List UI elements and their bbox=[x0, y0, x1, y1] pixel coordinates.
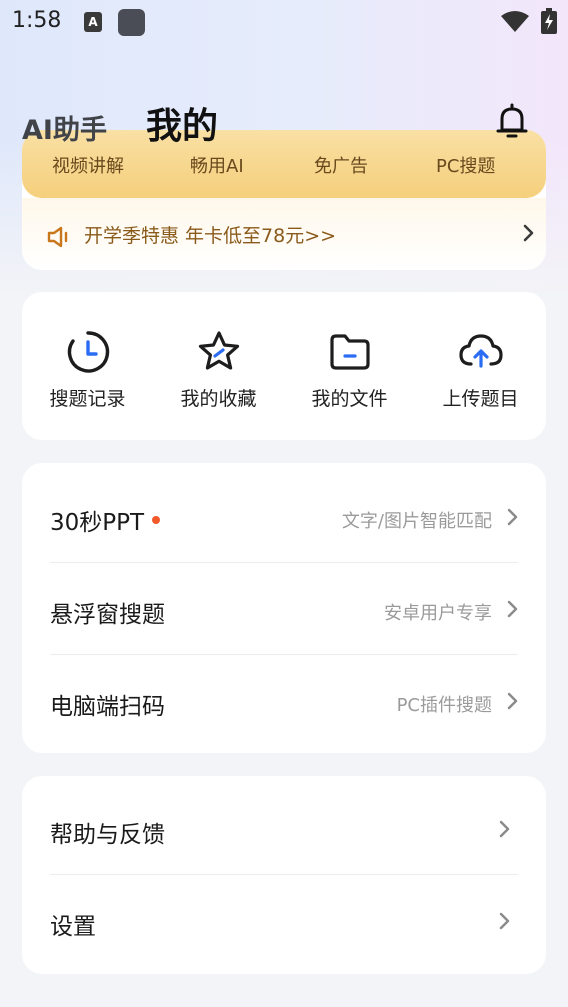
new-dot bbox=[152, 516, 161, 524]
list-item-floating-search[interactable]: 悬浮窗搜题 安卓用户专享 bbox=[22, 563, 546, 655]
wifi-icon bbox=[501, 11, 529, 32]
shortcut-search-history[interactable]: 搜题记录 bbox=[22, 292, 153, 440]
row-title: 电脑端扫码 bbox=[50, 694, 165, 720]
clock-icon bbox=[67, 331, 110, 373]
shortcut-my-files[interactable]: 我的文件 bbox=[284, 292, 415, 440]
offer-row[interactable]: 开学季特惠 年卡低至78元>> bbox=[22, 198, 546, 270]
page-header: AI助手 我的 bbox=[0, 90, 568, 160]
chevron-right-icon bbox=[507, 600, 518, 618]
chevron-right-icon bbox=[507, 508, 518, 526]
list-item-settings[interactable]: 设置 bbox=[22, 875, 546, 967]
tools-list: 30秒PPT 文字/图片智能匹配 悬浮窗搜题 安卓用户专享 电脑端扫码 PC插件… bbox=[22, 463, 546, 753]
list-item-help-feedback[interactable]: 帮助与反馈 bbox=[22, 783, 546, 875]
status-time: 1:58 bbox=[12, 8, 62, 33]
row-title: 30秒PPT bbox=[50, 503, 161, 537]
cloud-upload-icon bbox=[459, 334, 503, 368]
offer-text: 开学季特惠 年卡低至78元>> bbox=[84, 225, 337, 247]
row-subtitle: 文字/图片智能匹配 bbox=[341, 511, 492, 532]
tab-mine[interactable]: 我的 bbox=[146, 97, 218, 149]
status-bar: 1:58 A bbox=[0, 0, 568, 44]
star-icon bbox=[198, 331, 240, 370]
shortcut-favorites[interactable]: 我的收藏 bbox=[153, 292, 284, 440]
row-title: 帮助与反馈 bbox=[50, 822, 165, 848]
notification-app-icon bbox=[118, 9, 145, 36]
row-title: 悬浮窗搜题 bbox=[50, 602, 165, 628]
speaker-icon bbox=[47, 226, 68, 248]
row-title: 设置 bbox=[50, 914, 96, 940]
chevron-right-icon bbox=[523, 224, 534, 242]
row-subtitle: PC插件搜题 bbox=[396, 695, 492, 716]
shortcut-label: 搜题记录 bbox=[49, 388, 126, 410]
settings-list: 帮助与反馈 设置 bbox=[22, 776, 546, 974]
chevron-right-icon bbox=[499, 820, 510, 838]
bell-icon[interactable] bbox=[490, 100, 534, 144]
chevron-right-icon bbox=[507, 692, 518, 710]
shortcut-label: 我的文件 bbox=[311, 388, 388, 410]
shortcut-label: 上传题目 bbox=[442, 388, 519, 410]
list-item-pc-scan[interactable]: 电脑端扫码 PC插件搜题 bbox=[22, 655, 546, 747]
shortcut-label: 我的收藏 bbox=[180, 388, 257, 410]
shortcut-grid: 搜题记录 我的收藏 我的文件 上传题目 bbox=[22, 292, 546, 440]
row-subtitle: 安卓用户专享 bbox=[384, 603, 492, 624]
list-item-30s-ppt[interactable]: 30秒PPT 文字/图片智能匹配 bbox=[22, 471, 546, 563]
tab-ai-assistant[interactable]: AI助手 bbox=[22, 108, 107, 147]
notification-a-icon: A bbox=[84, 12, 102, 32]
shortcut-upload-question[interactable]: 上传题目 bbox=[415, 292, 546, 440]
folder-icon bbox=[330, 334, 370, 370]
battery-charging-icon bbox=[541, 8, 557, 34]
chevron-right-icon bbox=[499, 912, 510, 930]
